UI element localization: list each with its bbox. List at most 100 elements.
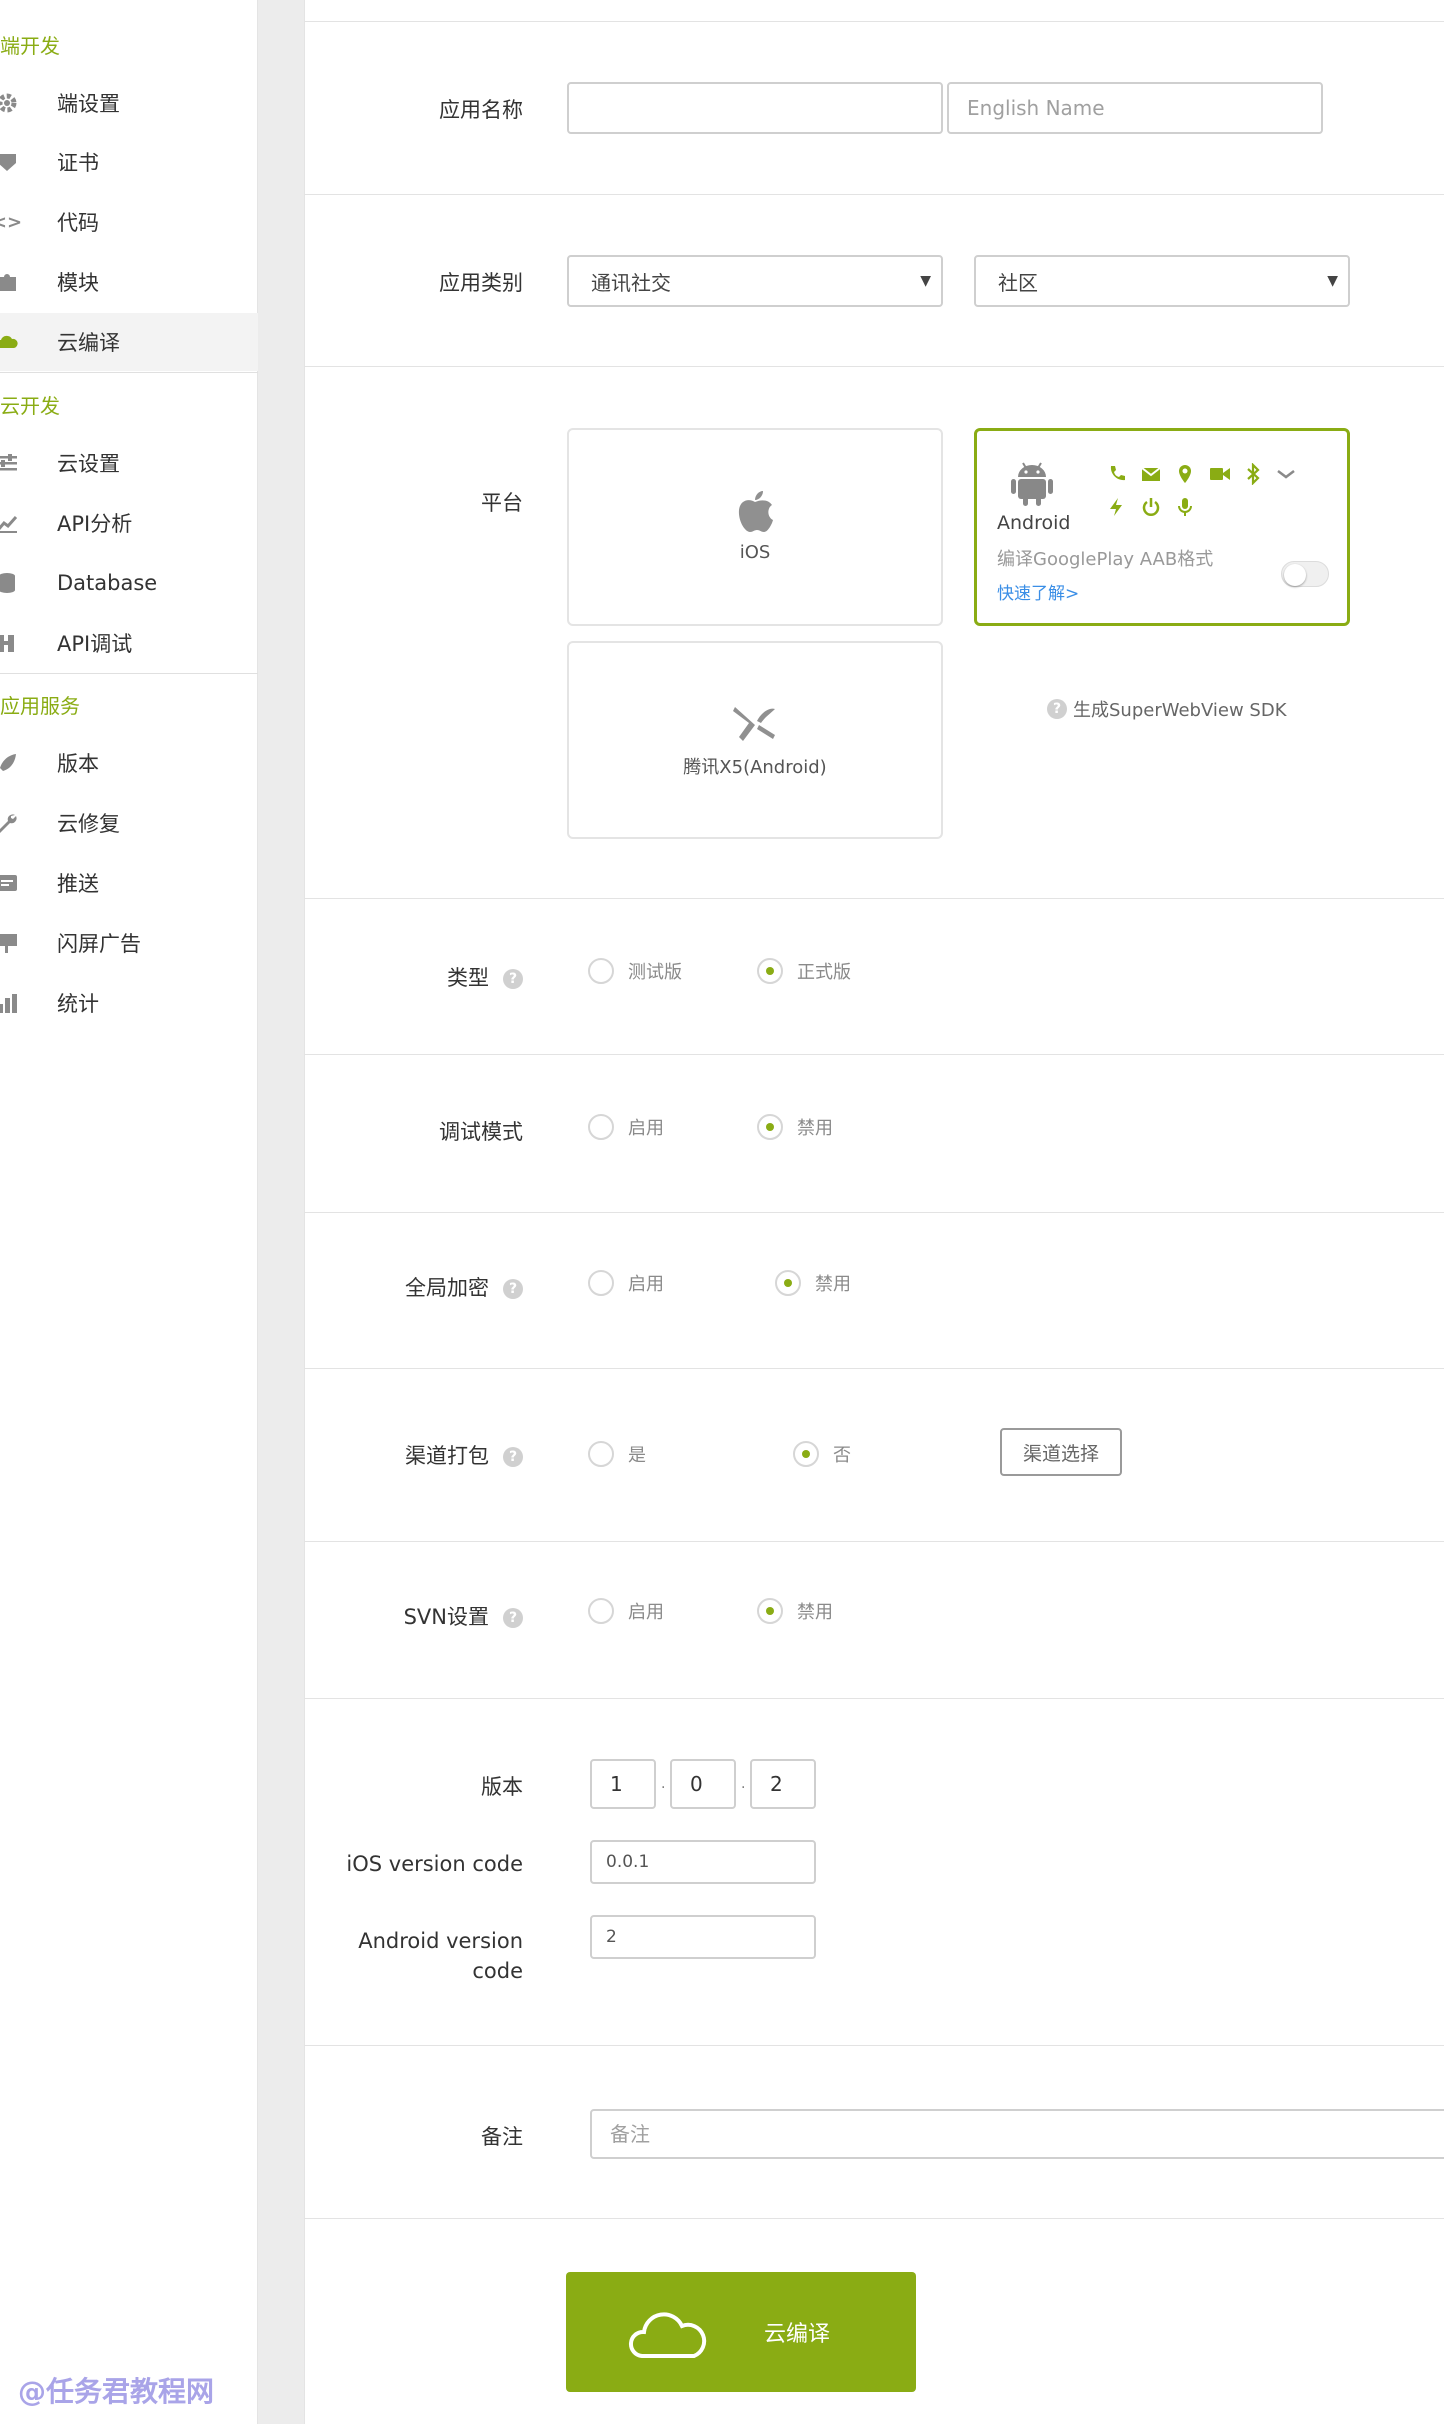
encrypt-label: 全局加密? bbox=[303, 1272, 523, 1302]
radio-label: 测试版 bbox=[628, 962, 682, 983]
remark-input[interactable] bbox=[590, 2109, 1444, 2159]
sidebar-item-modules[interactable]: 模块 bbox=[0, 253, 258, 311]
help-icon[interactable]: ? bbox=[503, 1608, 523, 1628]
divider bbox=[304, 898, 1444, 899]
sidebar-item-database[interactable]: Database bbox=[0, 554, 258, 612]
app-english-name-input[interactable] bbox=[947, 82, 1323, 134]
platform-card-x5[interactable]: 腾讯X5(Android) bbox=[567, 641, 943, 839]
sidebar-item-label: 云编译 bbox=[57, 331, 120, 355]
app-name-input[interactable] bbox=[567, 82, 943, 134]
sdk-link[interactable]: ? 生成SuperWebView SDK bbox=[1047, 696, 1287, 722]
debug-icon bbox=[0, 632, 18, 654]
debug-radio-disable[interactable]: 禁用 bbox=[757, 1114, 833, 1140]
tag-icon bbox=[0, 151, 18, 173]
debug-radio-enable[interactable]: 启用 bbox=[588, 1114, 664, 1140]
sidebar-item-label: 代码 bbox=[57, 211, 99, 235]
radio-dot bbox=[588, 1270, 614, 1296]
cloud-compile-button[interactable]: 云编译 bbox=[566, 2272, 916, 2392]
android-version-code-input[interactable]: 2 bbox=[590, 1915, 816, 1959]
version-separator: . bbox=[741, 1776, 746, 1792]
database-icon bbox=[0, 572, 18, 594]
bar-chart-icon bbox=[0, 992, 18, 1014]
x5-icon bbox=[569, 699, 941, 749]
channel-select-button[interactable]: 渠道选择 bbox=[1000, 1428, 1122, 1476]
sidebar-item-label: 云修复 bbox=[57, 812, 120, 836]
channel-radio-yes[interactable]: 是 bbox=[588, 1441, 646, 1467]
version-major-input[interactable]: 1 bbox=[590, 1759, 656, 1809]
platform-card-android[interactable]: Android 编译GooglePlay AAB格式 快速了解> bbox=[974, 428, 1350, 626]
sidebar-section-title: 云开发 bbox=[0, 394, 60, 418]
svn-radio-enable[interactable]: 启用 bbox=[588, 1598, 664, 1624]
sidebar-divider bbox=[0, 673, 258, 674]
sidebar-item-label: 统计 bbox=[57, 992, 99, 1016]
sidebar-item-cloud-settings[interactable]: 云设置 bbox=[0, 434, 258, 492]
radio-label: 正式版 bbox=[797, 962, 851, 983]
radio-dot bbox=[757, 1114, 783, 1140]
sidebar-item-api-analysis[interactable]: API分析 bbox=[0, 494, 258, 552]
ios-version-code-input[interactable]: 0.0.1 bbox=[590, 1840, 816, 1884]
radio-label: 禁用 bbox=[797, 1602, 833, 1623]
divider bbox=[304, 1541, 1444, 1542]
dropdown-arrow-icon: ▼ bbox=[920, 273, 931, 289]
version-patch-input[interactable]: 2 bbox=[750, 1759, 816, 1809]
version-separator: . bbox=[661, 1776, 666, 1792]
sidebar-item-label: API调试 bbox=[57, 632, 133, 656]
cloud-compile-button-label: 云编译 bbox=[764, 2322, 831, 2347]
android-feature-icons bbox=[1107, 463, 1297, 485]
subcategory-select[interactable]: 社区 ▼ bbox=[974, 255, 1350, 307]
subcategory-select-value: 社区 bbox=[998, 270, 1038, 295]
sidebar-item-certificate[interactable]: 证书 bbox=[0, 133, 258, 191]
type-radio-release[interactable]: 正式版 bbox=[757, 958, 851, 984]
help-icon[interactable]: ? bbox=[503, 1447, 523, 1467]
ad-icon bbox=[0, 932, 18, 954]
radio-dot bbox=[757, 1598, 783, 1624]
divider bbox=[304, 2045, 1444, 2046]
sidebar-item-statistics[interactable]: 统计 bbox=[0, 974, 258, 1032]
encrypt-label-text: 全局加密 bbox=[405, 1276, 489, 1300]
version-minor-input[interactable]: 0 bbox=[670, 1759, 736, 1809]
android-feature-icons-row2 bbox=[1107, 497, 1193, 517]
sidebar-item-label: 闪屏广告 bbox=[57, 932, 141, 956]
phone-icon bbox=[1110, 466, 1125, 481]
android-version-code-label-line1: Android version bbox=[358, 1929, 523, 1953]
sidebar-item-code[interactable]: <> 代码 bbox=[0, 193, 258, 251]
radio-dot bbox=[588, 958, 614, 984]
divider bbox=[304, 1698, 1444, 1699]
sidebar-item-cloud-fix[interactable]: 云修复 bbox=[0, 794, 258, 852]
radio-label: 启用 bbox=[628, 1274, 664, 1295]
sidebar-item-splash-ad[interactable]: 闪屏广告 bbox=[0, 914, 258, 972]
sidebar-item-push[interactable]: 推送 bbox=[0, 854, 258, 912]
puzzle-icon bbox=[0, 271, 18, 293]
microphone-icon bbox=[1178, 498, 1192, 516]
category-select[interactable]: 通讯社交 ▼ bbox=[567, 255, 943, 307]
encrypt-radio-enable[interactable]: 启用 bbox=[588, 1270, 664, 1296]
gutter bbox=[258, 0, 304, 2424]
help-icon[interactable]: ? bbox=[503, 1279, 523, 1299]
rocket-icon bbox=[0, 752, 18, 774]
radio-dot bbox=[588, 1441, 614, 1467]
sidebar-item-version[interactable]: 版本 bbox=[0, 734, 258, 792]
radio-label: 是 bbox=[628, 1445, 646, 1466]
learn-more-link[interactable]: 快速了解> bbox=[997, 579, 1079, 604]
gear-icon bbox=[0, 92, 18, 114]
sidebar-item-api-debug[interactable]: API调试 bbox=[0, 614, 258, 672]
channel-radio-no[interactable]: 否 bbox=[793, 1441, 851, 1467]
type-radio-test[interactable]: 测试版 bbox=[588, 958, 682, 984]
chevron-down-icon[interactable] bbox=[1275, 466, 1297, 482]
help-icon[interactable]: ? bbox=[503, 969, 523, 989]
sidebar-item-cloud-compile[interactable]: 云编译 bbox=[0, 313, 258, 371]
aab-toggle[interactable] bbox=[1281, 561, 1329, 587]
encrypt-radio-disable[interactable]: 禁用 bbox=[775, 1270, 851, 1296]
apple-icon bbox=[569, 488, 941, 540]
platform-label: 平台 bbox=[481, 491, 523, 515]
sidebar-section-title: 应用服务 bbox=[0, 694, 80, 718]
svn-radio-disable[interactable]: 禁用 bbox=[757, 1598, 833, 1624]
radio-dot bbox=[793, 1441, 819, 1467]
sidebar-item-device-settings[interactable]: 端设置 bbox=[0, 74, 258, 132]
platform-x5-label: 腾讯X5(Android) bbox=[683, 757, 827, 778]
video-icon bbox=[1210, 468, 1230, 480]
flash-icon bbox=[1110, 498, 1122, 516]
platform-card-ios[interactable]: iOS bbox=[567, 428, 943, 626]
radio-dot bbox=[757, 958, 783, 984]
wrench-icon bbox=[0, 812, 18, 834]
